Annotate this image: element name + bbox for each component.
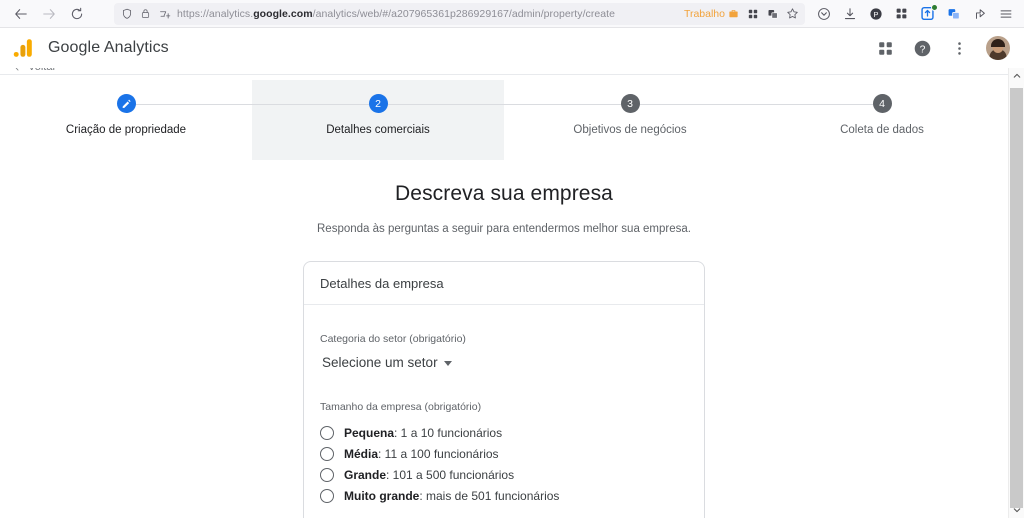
radio-button-small[interactable]: [320, 425, 334, 440]
chevron-down-icon: [443, 361, 452, 366]
svg-text:P: P: [873, 9, 878, 18]
wizard-step-2-label: Detalhes comerciais: [326, 124, 430, 136]
user-avatar[interactable]: [986, 36, 1010, 60]
app-header: Google Analytics ?: [0, 28, 1024, 68]
address-bar-region: https://analytics.google.com/analytics/w…: [114, 2, 805, 25]
business-details-card-title: Detalhes da empresa: [320, 275, 444, 291]
google-analytics-logo[interactable]: Google Analytics: [12, 37, 169, 59]
app-header-actions: ?: [875, 36, 1010, 60]
extensions-grid-icon[interactable]: [893, 5, 910, 22]
business-details-card-header[interactable]: Detalhes da empresa: [304, 262, 704, 305]
step-2-indicator: 2: [368, 94, 388, 113]
briefcase-icon: [729, 10, 738, 18]
help-circle-icon[interactable]: ?: [912, 38, 932, 58]
wizard-step-3-label: Objetivos de negócios: [573, 124, 687, 136]
browser-nav-buttons: [8, 3, 90, 25]
browser-toolbar: https://analytics.google.com/analytics/w…: [0, 0, 1024, 28]
extension-blue-icon[interactable]: [919, 4, 938, 22]
more-vertical-icon[interactable]: [949, 38, 969, 58]
wizard-step-1-label: Criação de propriedade: [65, 124, 187, 136]
download-icon[interactable]: [841, 5, 858, 22]
scrollbar-track[interactable]: [1009, 84, 1024, 508]
address-bar-actions: Trabalho: [676, 7, 799, 20]
step-3-indicator: 3: [620, 94, 640, 113]
wizard-step-2[interactable]: 2 Detalhes comerciais: [252, 80, 504, 160]
step-1-indicator-edit-icon: [116, 94, 136, 113]
app-title: Google Analytics: [48, 39, 169, 56]
wizard-step-4-label: Coleta de dados: [840, 124, 924, 136]
shield-icon[interactable]: [120, 7, 133, 20]
main-content: Voltar Criação de propriedade 2 Detalhes…: [0, 68, 1008, 518]
business-size-option-small[interactable]: Pequena: 1 a 10 funcionários: [320, 422, 688, 443]
url-text: https://analytics.google.com/analytics/w…: [177, 7, 616, 20]
wizard-step-3[interactable]: 3 Objetivos de negócios: [504, 80, 756, 160]
google-analytics-logo-mark: [12, 37, 34, 59]
business-details-card-body: Categoria do setor (obrigatório) Selecio…: [304, 305, 704, 518]
back-breadcrumb-link[interactable]: Voltar: [14, 68, 56, 73]
radio-button-very-large[interactable]: [320, 488, 334, 503]
header-divider: [0, 74, 1008, 75]
hamburger-menu-icon[interactable]: [997, 5, 1014, 22]
industry-category-select[interactable]: Selecione um setor: [320, 354, 454, 371]
radio-button-large[interactable]: [320, 467, 334, 482]
wizard-step-4[interactable]: 4 Coleta de dados: [756, 80, 1008, 160]
business-details-card: Detalhes da empresa Categoria do setor (…: [303, 261, 705, 518]
container-tabs-icon[interactable]: [766, 7, 779, 20]
business-size-option-large-text: Grande: 101 a 500 funcionários: [344, 467, 515, 482]
scrollbar-down-arrow[interactable]: [1009, 502, 1024, 518]
apps-grid-icon[interactable]: [875, 38, 895, 58]
share-icon[interactable]: [971, 5, 988, 22]
page-title: Descreva sua empresa: [395, 182, 613, 205]
business-size-label: Tamanho da empresa (obrigatório): [320, 401, 482, 413]
svg-text:?: ?: [919, 44, 925, 55]
business-size-option-medium[interactable]: Média: 11 a 100 funcionários: [320, 443, 688, 464]
wizard-step-1[interactable]: Criação de propriedade: [0, 80, 252, 160]
wizard-stepper: Criação de propriedade 2 Detalhes comerc…: [0, 80, 1008, 160]
bookmark-star-icon[interactable]: [786, 7, 799, 20]
lock-icon[interactable]: [139, 7, 152, 20]
grid-icon[interactable]: [746, 7, 759, 20]
business-size-option-very-large[interactable]: Muito grande: mais de 501 funcionários: [320, 485, 688, 506]
bookmark-folder-trabalho[interactable]: Trabalho: [684, 8, 739, 20]
back-breadcrumb-label: Voltar: [28, 68, 56, 73]
account-p-icon[interactable]: P: [867, 5, 884, 22]
address-bar[interactable]: https://analytics.google.com/analytics/w…: [114, 2, 805, 25]
radio-button-medium[interactable]: [320, 446, 334, 461]
avatar-hair: [991, 38, 1005, 47]
scrollbar-up-arrow[interactable]: [1009, 68, 1024, 84]
forward-button[interactable]: [36, 3, 62, 25]
page-subtitle: Responda às perguntas a seguir para ente…: [317, 223, 691, 235]
business-size-option-small-text: Pequena: 1 a 10 funcionários: [344, 425, 503, 440]
back-button[interactable]: [8, 3, 34, 25]
business-size-option-large[interactable]: Grande: 101 a 500 funcionários: [320, 464, 688, 485]
business-size-option-medium-text: Média: 11 a 100 funcionários: [344, 446, 499, 461]
step-connector-1: [126, 103, 378, 105]
step-4-indicator: 4: [872, 94, 892, 113]
industry-category-label: Categoria do setor (obrigatório): [320, 333, 466, 345]
step-connector-2: [378, 103, 630, 105]
translate-icon[interactable]: [158, 7, 171, 20]
extension-badge: [931, 4, 938, 11]
browser-extensions-toolbar: P: [815, 4, 1016, 22]
business-size-option-very-large-text: Muito grande: mais de 501 funcionários: [344, 488, 560, 503]
page-scrollbar[interactable]: [1008, 68, 1024, 518]
pocket-save-icon[interactable]: [815, 5, 832, 22]
scrollbar-thumb[interactable]: [1010, 88, 1023, 508]
reload-button[interactable]: [64, 3, 90, 25]
step-connector-3: [630, 103, 882, 105]
arrow-left-icon: [15, 68, 19, 71]
extension-containers-icon[interactable]: [945, 5, 962, 22]
industry-category-selected-value: Selecione um setor: [322, 355, 438, 370]
bookmark-folder-label: Trabalho: [683, 7, 725, 20]
